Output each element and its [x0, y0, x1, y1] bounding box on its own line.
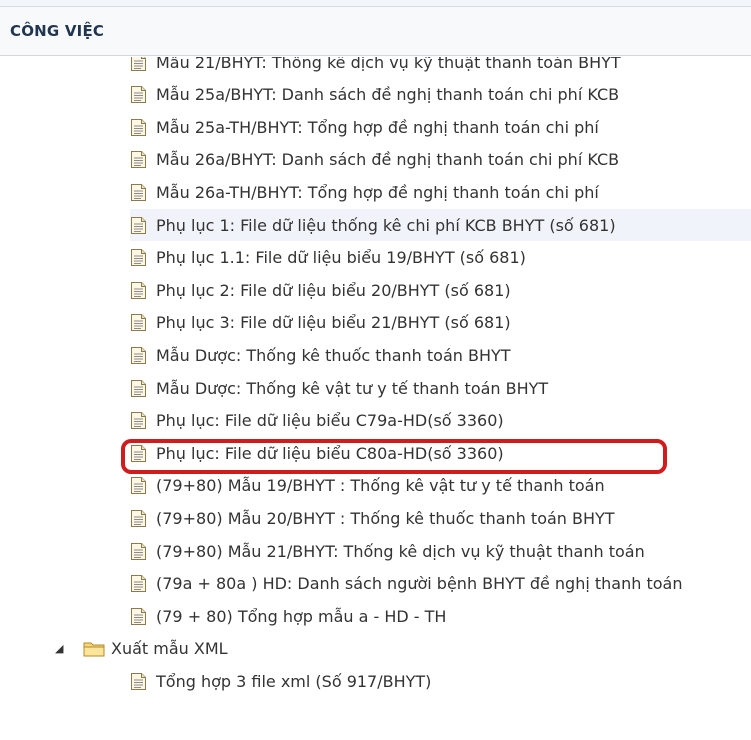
report-item[interactable]: Phụ lục 1.1: File dữ liệu biểu 19/BHYT (… [130, 242, 751, 274]
report-item[interactable]: (79+80) Mẫu 19/BHYT : Thống kê vật tư y … [130, 470, 751, 502]
report-item-label: Mẫu 26a/BHYT: Danh sách đề nghị thanh to… [156, 150, 620, 170]
report-item-label: Phụ lục 1.1: File dữ liệu biểu 19/BHYT (… [156, 248, 526, 268]
report-item-label: Phụ lục: File dữ liệu biểu C80a-HD(số 33… [156, 443, 504, 463]
report-item-label: Phụ lục 3: File dữ liệu biểu 21/BHYT (số… [156, 313, 511, 333]
report-item[interactable]: Mẫu 25a/BHYT: Danh sách đề nghị thanh to… [130, 79, 751, 111]
document-icon [130, 672, 147, 691]
panel-title: CÔNG VIỆC [10, 22, 105, 40]
report-item[interactable]: Mẫu 26a/BHYT: Danh sách đề nghị thanh to… [130, 144, 751, 176]
document-icon [130, 183, 147, 202]
document-icon [130, 574, 147, 593]
report-item[interactable]: (79+80) Mẫu 20/BHYT : Thống kê thuốc tha… [130, 502, 751, 534]
document-icon [130, 248, 147, 267]
document-icon [130, 509, 147, 528]
report-item-label: (79+80) Mẫu 20/BHYT : Thống kê thuốc tha… [156, 508, 615, 528]
document-icon [130, 346, 147, 365]
report-item-label: Mẫu 21/BHYT: Thống kê dịch vụ kỹ thuật t… [156, 57, 621, 72]
document-icon [130, 607, 147, 626]
document-icon [130, 281, 147, 300]
folder-label: Xuất mẫu XML [111, 639, 228, 659]
document-icon [130, 379, 147, 398]
report-item-label: Mẫu 25a/BHYT: Danh sách đề nghị thanh to… [156, 85, 620, 105]
report-item-label: Mẫu Dược: Thống kê thuốc thanh toán BHYT [156, 345, 511, 365]
report-item[interactable]: Phụ lục 2: File dữ liệu biểu 20/BHYT (số… [130, 274, 751, 306]
report-item-label: Mẫu 25a-TH/BHYT: Tổng hợp đề nghị thanh … [156, 117, 599, 137]
report-item-label: Phụ lục: File dữ liệu biểu C79a-HD(số 33… [156, 411, 504, 431]
folder-xuat-mau-xml[interactable]: ◢ Xuất mẫu XML [55, 633, 228, 665]
report-item[interactable]: (79 + 80) Tổng hợp mẫu a - HD - TH [130, 600, 751, 632]
document-icon [130, 411, 147, 430]
report-item[interactable]: Phụ lục 3: File dữ liệu biểu 21/BHYT (số… [130, 307, 751, 339]
document-icon [130, 542, 147, 561]
report-item-label: Phụ lục 1: File dữ liệu thống kê chi phí… [156, 215, 616, 235]
report-item[interactable]: (79+80) Mẫu 21/BHYT: Thống kê dịch vụ kỹ… [130, 535, 751, 567]
report-item-label: Mẫu 26a-TH/BHYT: Tổng hợp đề nghị thanh … [156, 182, 599, 202]
document-icon [130, 313, 147, 332]
report-item[interactable]: (79a + 80a ) HD: Danh sách người bệnh BH… [130, 568, 751, 600]
report-item[interactable]: Phụ lục: File dữ liệu biểu C80a-HD(số 33… [130, 437, 751, 469]
report-item[interactable]: Mẫu 21/BHYT: Thống kê dịch vụ kỹ thuật t… [130, 57, 751, 78]
report-item[interactable]: Tổng hợp 3 file xml (Số 917/BHYT) [130, 665, 751, 697]
panel-header: CÔNG VIỆC [0, 6, 751, 56]
report-item[interactable]: Mẫu 25a-TH/BHYT: Tổng hợp đề nghị thanh … [130, 111, 751, 143]
report-item-label: (79+80) Mẫu 19/BHYT : Thống kê vật tư y … [156, 476, 605, 496]
document-icon [130, 444, 147, 463]
report-item-label: (79a + 80a ) HD: Danh sách người bệnh BH… [156, 574, 683, 594]
document-icon [130, 150, 147, 169]
report-item-label: (79 + 80) Tổng hợp mẫu a - HD - TH [156, 606, 447, 626]
document-icon [130, 216, 147, 235]
report-item[interactable]: Mẫu 26a-TH/BHYT: Tổng hợp đề nghị thanh … [130, 176, 751, 208]
report-item[interactable]: Mẫu Dược: Thống kê vật tư y tế thanh toá… [130, 372, 751, 404]
report-item[interactable]: Phụ lục: File dữ liệu biểu C79a-HD(số 33… [130, 405, 751, 437]
report-tree: Mẫu 21/BHYT: Thống kê dịch vụ kỹ thuật t… [0, 57, 751, 740]
document-icon [130, 85, 147, 104]
document-icon [130, 476, 147, 495]
report-item-label: (79+80) Mẫu 21/BHYT: Thống kê dịch vụ kỹ… [156, 541, 645, 561]
report-item[interactable]: Mẫu Dược: Thống kê thuốc thanh toán BHYT [130, 339, 751, 371]
document-icon [130, 57, 147, 72]
report-item[interactable]: Phụ lục 1: File dữ liệu thống kê chi phí… [130, 209, 751, 241]
report-item-label: Tổng hợp 3 file xml (Số 917/BHYT) [156, 671, 432, 691]
report-item-label: Mẫu Dược: Thống kê vật tư y tế thanh toá… [156, 378, 549, 398]
report-item-label: Phụ lục 2: File dữ liệu biểu 20/BHYT (số… [156, 280, 511, 300]
folder-icon [83, 640, 105, 657]
expand-arrow-icon[interactable]: ◢ [55, 642, 73, 655]
document-icon [130, 118, 147, 137]
